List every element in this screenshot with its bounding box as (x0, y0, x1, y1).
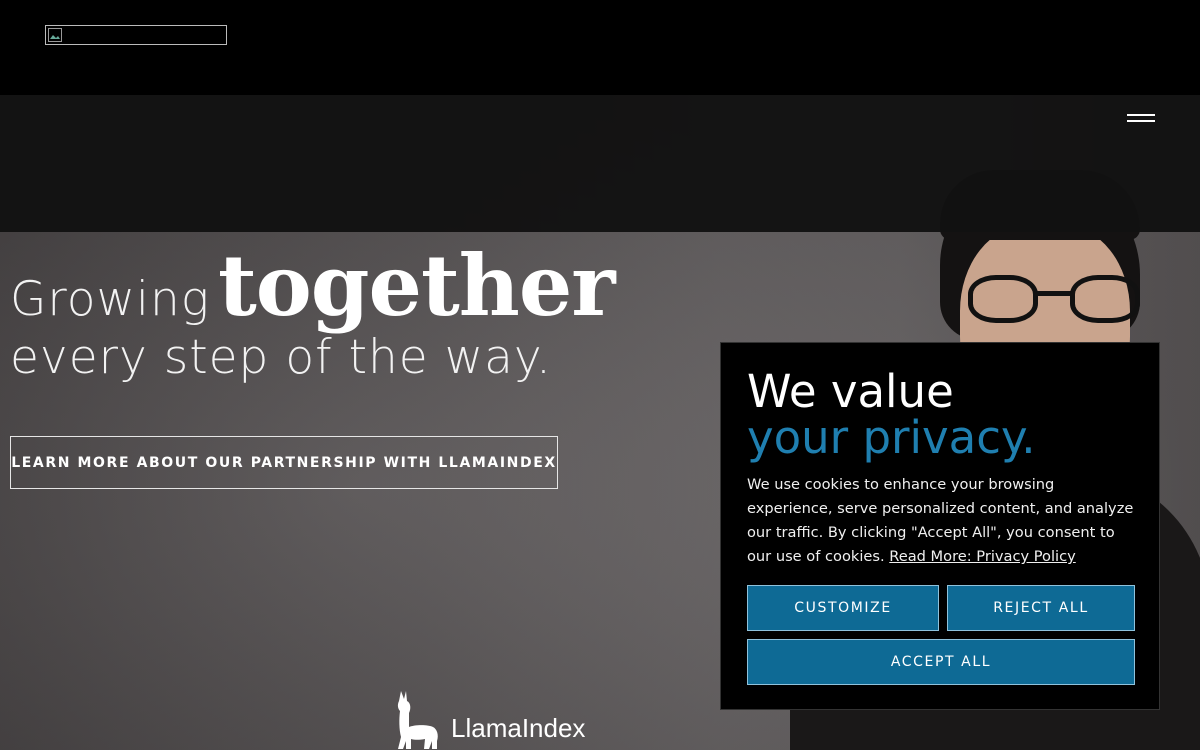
cookie-title-line2: your privacy. (747, 411, 1036, 464)
llamaindex-logo: LlamaIndex (395, 688, 585, 750)
top-bar (0, 0, 1200, 95)
cookie-body-text: We use cookies to enhance your browsing … (747, 473, 1139, 569)
partner-name: LlamaIndex (451, 712, 586, 743)
nav-overlay (0, 95, 1200, 232)
accept-all-button[interactable]: ACCEPT ALL (747, 639, 1135, 685)
partnership-cta-button[interactable]: LEARN MORE ABOUT OUR PARTNERSHIP WITH LL… (10, 436, 558, 489)
cookie-consent-dialog: We value your privacy. We use cookies to… (720, 342, 1160, 710)
glasses-shape (968, 275, 1143, 325)
hamburger-menu-icon[interactable] (1124, 107, 1158, 127)
hero-heading-light: Growing (10, 272, 210, 327)
broken-image-icon (48, 28, 62, 42)
customize-button[interactable]: CUSTOMIZE (747, 585, 939, 631)
hero-heading-line1: Growingtogether (10, 236, 616, 335)
llama-icon (397, 691, 438, 749)
hero-heading-bold: together (217, 236, 616, 335)
site-logo-broken-image[interactable] (45, 25, 227, 45)
reject-all-button[interactable]: REJECT ALL (947, 585, 1135, 631)
privacy-policy-link[interactable]: Read More: Privacy Policy (889, 548, 1076, 565)
hero-heading-line2: every step of the way. (10, 330, 552, 385)
